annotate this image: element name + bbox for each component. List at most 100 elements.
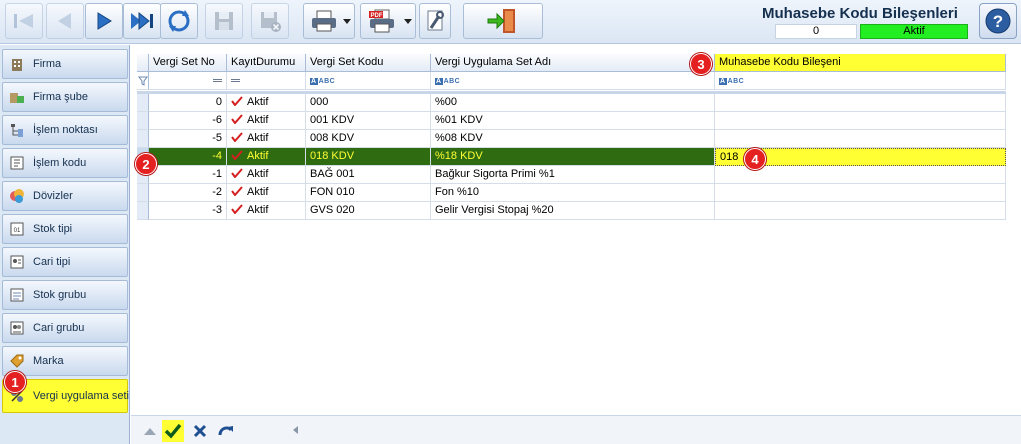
prev-record-button[interactable] bbox=[46, 3, 84, 39]
settings-button[interactable] bbox=[419, 3, 451, 39]
cell-component[interactable] bbox=[715, 184, 1006, 202]
cell-status[interactable]: Aktif bbox=[227, 202, 306, 220]
cell-no[interactable]: -6 bbox=[149, 112, 227, 130]
sidebar-item-firma[interactable]: Firma bbox=[2, 49, 128, 79]
sidebar-item-i-şlem-kodu[interactable]: İşlem kodu bbox=[2, 148, 128, 178]
confirm-button[interactable] bbox=[162, 420, 184, 442]
cell-name[interactable]: %00 bbox=[431, 94, 715, 112]
cancel-button[interactable] bbox=[189, 420, 211, 442]
cell-no[interactable]: 0 bbox=[149, 94, 227, 112]
table-row[interactable]: -2 Aktif FON 010 Fon %10 bbox=[137, 184, 1006, 202]
column-header-status[interactable]: KayıtDurumu bbox=[227, 54, 306, 72]
cell-code[interactable]: GVS 020 bbox=[306, 202, 431, 220]
row-indicator[interactable] bbox=[137, 184, 149, 202]
filter-cell-code[interactable]: A ABC bbox=[306, 72, 431, 90]
column-header-name[interactable]: Vergi Uygulama Set Adı bbox=[431, 54, 715, 72]
cell-component[interactable] bbox=[715, 112, 1006, 130]
last-icon bbox=[131, 11, 153, 31]
table-row[interactable]: -5 Aktif 008 KDV %08 KDV bbox=[137, 130, 1006, 148]
row-indicator[interactable] bbox=[137, 130, 149, 148]
cell-component[interactable] bbox=[715, 130, 1006, 148]
redo-button[interactable] bbox=[215, 420, 237, 442]
cell-component[interactable] bbox=[715, 94, 1006, 112]
column-header-component[interactable]: Muhasebe Kodu Bileşeni bbox=[715, 54, 1006, 72]
table-row[interactable]: -4 Aktif 018 KDV %18 KDV 018 bbox=[137, 148, 1006, 166]
sidebar-item-firma-şube[interactable]: Firma şube bbox=[2, 82, 128, 112]
delete-button[interactable] bbox=[251, 3, 289, 39]
sidebar-item-dövizler[interactable]: Dövizler bbox=[2, 181, 128, 211]
table-row[interactable]: 0 Aktif 000 %00 bbox=[137, 94, 1006, 112]
cell-status[interactable]: Aktif bbox=[227, 148, 306, 166]
filter-cell-no[interactable] bbox=[149, 72, 227, 90]
annotation-badge-1: 1 bbox=[4, 371, 26, 393]
sidebar-item-cari-grubu[interactable]: Cari grubu bbox=[2, 313, 128, 343]
status-text: Aktif bbox=[247, 186, 269, 198]
cell-no[interactable]: -2 bbox=[149, 184, 227, 202]
code-icon bbox=[9, 155, 25, 171]
text-filter-icon: A ABC bbox=[435, 78, 461, 85]
cell-code[interactable]: 018 KDV bbox=[306, 148, 431, 166]
cell-no[interactable]: -5 bbox=[149, 130, 227, 148]
table-row[interactable]: -6 Aktif 001 KDV %01 KDV bbox=[137, 112, 1006, 130]
account-group-icon bbox=[9, 320, 25, 336]
first-record-button[interactable] bbox=[5, 3, 43, 39]
sidebar-item-stok-tipi[interactable]: 01 Stok tipi bbox=[2, 214, 128, 244]
filter-cell-name[interactable]: A ABC bbox=[431, 72, 715, 90]
annotation-badge-4: 4 bbox=[744, 148, 766, 170]
next-record-button[interactable] bbox=[85, 3, 123, 39]
column-header-no[interactable]: Vergi Set No bbox=[149, 54, 227, 72]
column-header-code[interactable]: Vergi Set Kodu bbox=[306, 54, 431, 72]
pdf-export-button[interactable]: PDF bbox=[360, 3, 416, 39]
text-filter-icon: A ABC bbox=[719, 78, 745, 85]
branch-icon bbox=[9, 89, 25, 105]
sidebar-item-label: İşlem kodu bbox=[33, 157, 87, 169]
refresh-button[interactable] bbox=[160, 3, 198, 39]
cell-name[interactable]: %18 KDV bbox=[431, 148, 715, 166]
cell-name[interactable]: Bağkur Sigorta Primi %1 bbox=[431, 166, 715, 184]
cell-code[interactable]: 001 KDV bbox=[306, 112, 431, 130]
sidebar-item-cari-tipi[interactable]: Cari tipi bbox=[2, 247, 128, 277]
print-button[interactable] bbox=[303, 3, 355, 39]
move-up-button[interactable] bbox=[139, 420, 161, 442]
cell-status[interactable]: Aktif bbox=[227, 184, 306, 202]
sidebar-item-label: Stok grubu bbox=[33, 289, 87, 301]
up-icon bbox=[144, 428, 156, 435]
save-button[interactable] bbox=[205, 3, 243, 39]
cell-code[interactable]: BAĞ 001 bbox=[306, 166, 431, 184]
filter-icon[interactable] bbox=[137, 72, 149, 90]
row-indicator[interactable] bbox=[137, 202, 149, 220]
record-count: 0 bbox=[775, 24, 857, 39]
filter-cell-status[interactable] bbox=[227, 72, 306, 90]
cell-code[interactable]: 008 KDV bbox=[306, 130, 431, 148]
scroll-left-arrow[interactable] bbox=[293, 426, 298, 434]
table-row[interactable]: -3 Aktif GVS 020 Gelir Vergisi Stopaj %20 bbox=[137, 202, 1006, 220]
cell-status[interactable]: Aktif bbox=[227, 166, 306, 184]
cell-status[interactable]: Aktif bbox=[227, 130, 306, 148]
cell-name[interactable]: %08 KDV bbox=[431, 130, 715, 148]
cell-no[interactable]: -4 bbox=[149, 148, 227, 166]
table-row[interactable]: -1 Aktif BAĞ 001 Bağkur Sigorta Primi %1 bbox=[137, 166, 1006, 184]
row-indicator[interactable] bbox=[137, 94, 149, 112]
exit-button[interactable] bbox=[463, 3, 543, 39]
row-indicator[interactable] bbox=[137, 112, 149, 130]
cell-code[interactable]: FON 010 bbox=[306, 184, 431, 202]
cell-name[interactable]: Fon %10 bbox=[431, 184, 715, 202]
last-record-button[interactable] bbox=[123, 3, 161, 39]
cell-status[interactable]: Aktif bbox=[227, 94, 306, 112]
sidebar-item-marka[interactable]: Marka bbox=[2, 346, 128, 376]
sidebar-item-label: Marka bbox=[33, 355, 64, 367]
cell-name[interactable]: Gelir Vergisi Stopaj %20 bbox=[431, 202, 715, 220]
cell-no[interactable]: -3 bbox=[149, 202, 227, 220]
help-button[interactable]: ? bbox=[979, 3, 1017, 39]
cell-status[interactable]: Aktif bbox=[227, 112, 306, 130]
filter-cell-component[interactable]: A ABC bbox=[715, 72, 1006, 90]
cell-component[interactable] bbox=[715, 202, 1006, 220]
sidebar-item-i-şlem-noktası[interactable]: İşlem noktası bbox=[2, 115, 128, 145]
cell-name[interactable]: %01 KDV bbox=[431, 112, 715, 130]
cell-code[interactable]: 000 bbox=[306, 94, 431, 112]
sidebar-item-stok-grubu[interactable]: Stok grubu bbox=[2, 280, 128, 310]
text-filter-marker: ABC bbox=[443, 78, 461, 85]
print-icon bbox=[312, 10, 336, 32]
cell-no[interactable]: -1 bbox=[149, 166, 227, 184]
check-icon bbox=[231, 203, 243, 215]
